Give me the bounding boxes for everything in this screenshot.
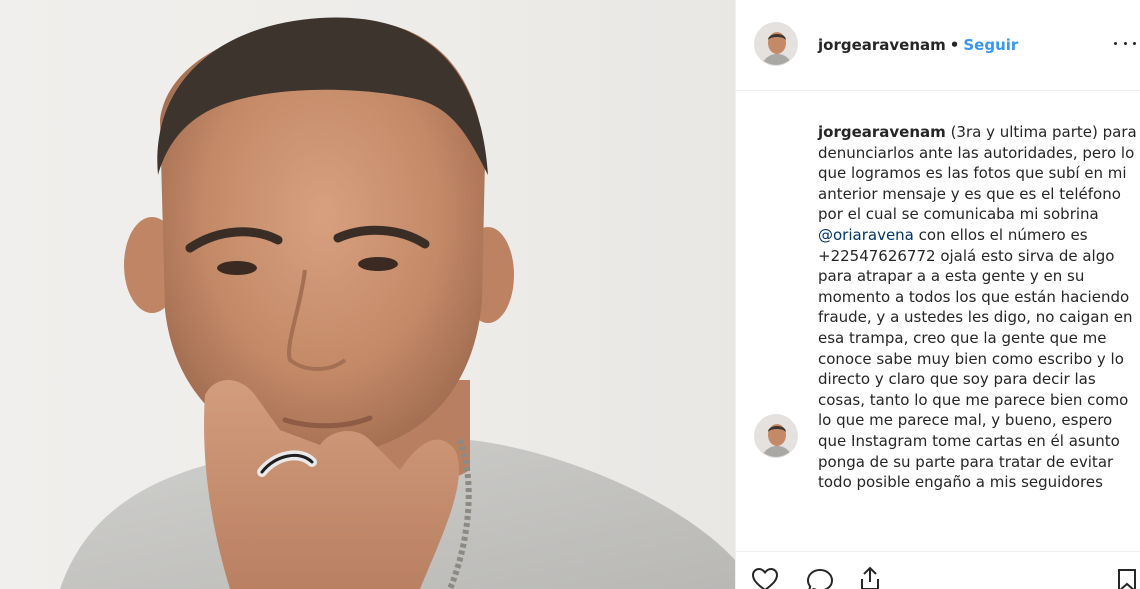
follow-button[interactable]: Seguir: [963, 36, 1018, 54]
post-side-panel: jorgearavenam • Seguir jorgearavenam (3ra …: [735, 0, 1140, 589]
post-username[interactable]: jorgearavenam: [818, 36, 946, 54]
avatar[interactable]: [754, 414, 798, 458]
avatar-image: [755, 23, 797, 65]
avatar[interactable]: [754, 22, 798, 66]
comment-icon[interactable]: [806, 568, 834, 589]
action-bar: [736, 551, 1140, 589]
post-photo[interactable]: [0, 0, 735, 589]
caption-text: jorgearavenam (3ra y ultima parte) para …: [818, 122, 1140, 493]
caption-username[interactable]: jorgearavenam: [818, 123, 946, 141]
bookmark-icon[interactable]: [1117, 568, 1137, 589]
portrait-image: [60, 17, 735, 589]
heart-icon[interactable]: [752, 568, 778, 589]
separator-dot: •: [949, 36, 960, 54]
post-header: jorgearavenam • Seguir: [736, 0, 1140, 91]
ellipsis-icon[interactable]: [1114, 34, 1136, 52]
avatar-image: [755, 415, 797, 457]
share-icon[interactable]: [858, 566, 882, 589]
caption-body-part-2: con ellos el número es +22547626772 ojal…: [818, 225, 1133, 492]
caption-comment: jorgearavenam (3ra y ultima parte) para …: [736, 92, 1140, 551]
caption-mention-link[interactable]: @oriaravena: [818, 226, 914, 244]
